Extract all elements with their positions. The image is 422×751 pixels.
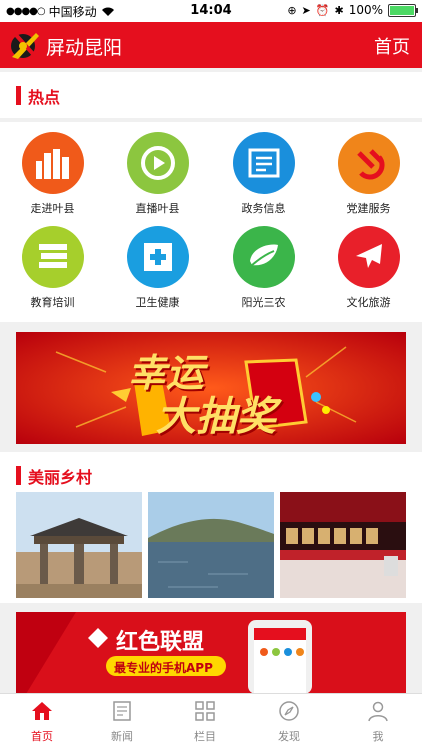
archway-photo[interactable] (16, 492, 142, 598)
compass-icon (279, 701, 299, 721)
home-icon (32, 702, 52, 720)
app-header: 屏动昆阳 首页 (0, 22, 422, 68)
hot-section-header: 热点 (0, 72, 422, 118)
service-label: 政务信息 (241, 202, 286, 215)
lottery-banner[interactable]: 幸运 大抽奖 (16, 332, 406, 444)
bluetooth-icon: ✱ (334, 3, 344, 17)
village-photos (0, 488, 422, 603)
service-label: 卫生健康 (135, 296, 180, 309)
service-label: 直播叶县 (135, 202, 180, 215)
city-icon (21, 132, 84, 194)
service-item-agriculture[interactable]: 阳光三农 (211, 226, 316, 310)
leaf-icon (232, 226, 295, 288)
tab-label: 发现 (278, 730, 300, 743)
document-icon (232, 132, 295, 194)
bottom-tab-bar: 首页 新闻 栏目 发现 我 (0, 693, 422, 751)
service-label: 阳光三农 (241, 296, 286, 309)
news-icon (113, 701, 131, 721)
location-icon: ➤ (301, 3, 311, 17)
service-item-education[interactable]: 教育培训 (0, 226, 105, 310)
service-item-government-info[interactable]: 政务信息 (211, 132, 316, 216)
tab-news[interactable]: 新闻 (80, 700, 164, 744)
section-marker (16, 466, 21, 485)
service-label: 党建服务 (346, 202, 391, 215)
service-item-visit-yexian[interactable]: 走进叶县 (0, 132, 105, 216)
party-emblem-icon (337, 132, 400, 194)
service-grid: 走进叶县 直播叶县 政务信息 党建服务 教育培训 卫生健康 阳光三农 文化旅游 (0, 122, 422, 322)
orientation-lock-icon: ⊕ (287, 3, 297, 17)
home-link[interactable]: 首页 (374, 33, 410, 59)
service-item-culture-tourism[interactable]: 文化旅游 (316, 226, 421, 310)
status-bar: ●●●●○ 中国移动 14:04 ⊕ ➤ ⏰ ✱ 100% (0, 0, 422, 22)
alarm-icon: ⏰ (315, 3, 330, 17)
section-marker (16, 86, 21, 105)
red-alliance-banner[interactable]: 红色联盟 最专业的手机APP (16, 612, 406, 694)
service-item-party-building[interactable]: 党建服务 (316, 132, 421, 216)
tab-label: 首页 (31, 730, 53, 743)
tab-label: 我 (372, 730, 384, 743)
tab-discover[interactable]: 发现 (247, 700, 331, 744)
service-label: 教育培训 (30, 296, 75, 309)
service-item-live-yexian[interactable]: 直播叶县 (105, 132, 210, 216)
tab-label: 栏目 (194, 730, 216, 743)
lottery-line2: 大抽奖 (156, 394, 276, 440)
section-title: 美丽乡村 (28, 468, 93, 487)
grid-icon (195, 701, 215, 721)
tab-home[interactable]: 首页 (0, 700, 84, 744)
play-icon (126, 132, 189, 194)
battery-icon (388, 3, 418, 17)
books-icon (21, 226, 84, 288)
tab-columns[interactable]: 栏目 (163, 700, 247, 744)
app-logo-icon (11, 33, 39, 59)
tab-me[interactable]: 我 (336, 700, 420, 744)
alliance-slogan: 最专业的手机APP (114, 661, 213, 675)
stage-photo[interactable] (280, 492, 406, 598)
service-item-health[interactable]: 卫生健康 (105, 226, 210, 310)
service-label: 走进叶县 (30, 202, 75, 215)
service-label: 文化旅游 (346, 296, 391, 309)
medical-cross-icon (126, 226, 189, 288)
section-title: 热点 (28, 88, 61, 107)
airplane-icon (337, 226, 400, 288)
red-alliance-banner-image (16, 612, 406, 694)
alliance-title: 红色联盟 (116, 630, 205, 655)
tab-label: 新闻 (111, 730, 133, 743)
user-icon (368, 701, 388, 722)
battery-percent: 100% (348, 3, 383, 17)
app-title: 屏动昆阳 (46, 37, 123, 59)
lake-photo[interactable] (148, 492, 274, 598)
